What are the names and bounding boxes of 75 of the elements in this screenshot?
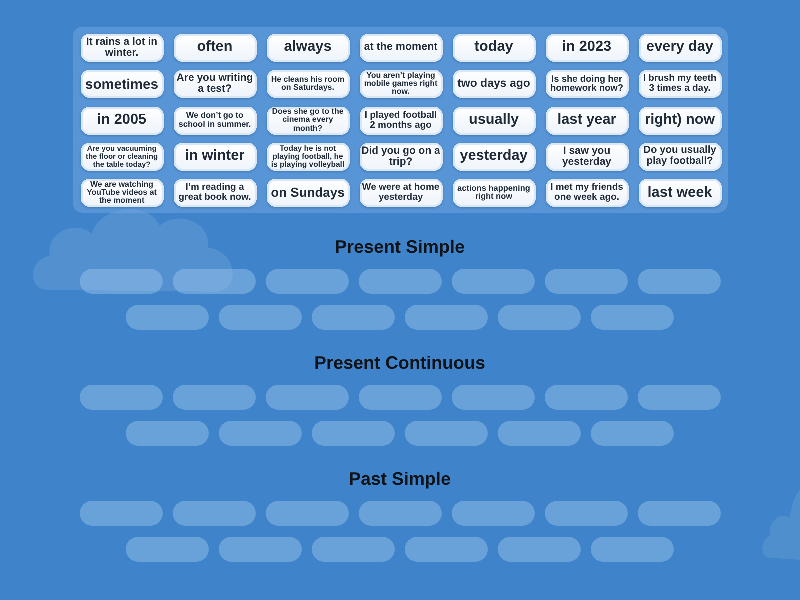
- word-card[interactable]: today: [452, 34, 536, 62]
- word-card[interactable]: We don’t go to school in summer.: [174, 106, 256, 135]
- drop-slot[interactable]: [405, 537, 488, 562]
- drop-slot[interactable]: [405, 421, 488, 446]
- word-card[interactable]: often: [174, 34, 256, 62]
- word-card[interactable]: every day: [638, 34, 722, 62]
- drop-slot[interactable]: [498, 305, 581, 330]
- word-card[interactable]: I’m reading a great book now.: [174, 179, 256, 208]
- word-card[interactable]: always: [266, 34, 350, 62]
- drop-slot[interactable]: [591, 421, 674, 446]
- drop-slot[interactable]: [358, 385, 442, 410]
- drop-slot[interactable]: [312, 537, 395, 562]
- drop-slot[interactable]: [358, 501, 442, 526]
- drop-slot[interactable]: [266, 501, 348, 526]
- drop-slot[interactable]: [126, 305, 209, 330]
- drop-slot[interactable]: [452, 385, 534, 410]
- word-card[interactable]: You aren’t playing mobile games right now.: [360, 70, 442, 98]
- word-card[interactable]: I met my friends one week ago.: [546, 179, 628, 208]
- word-card[interactable]: Do you usually play football?: [638, 142, 722, 171]
- group-heading: Past Simple: [348, 469, 452, 490]
- word-card[interactable]: Is she doing her homework now?: [546, 70, 628, 98]
- word-card[interactable]: actions happening right now: [452, 179, 536, 208]
- drop-slot[interactable]: [312, 421, 395, 446]
- drop-slot[interactable]: [591, 305, 674, 330]
- drop-slot[interactable]: [219, 537, 302, 562]
- drop-slot[interactable]: [498, 421, 581, 446]
- drop-slot[interactable]: [544, 501, 628, 526]
- drop-slot[interactable]: [544, 269, 628, 294]
- drop-slot[interactable]: [126, 421, 209, 446]
- drop-slot[interactable]: [126, 537, 209, 562]
- drop-slot[interactable]: [219, 305, 302, 330]
- drop-slot[interactable]: [80, 501, 162, 526]
- word-card[interactable]: We were at home yesterday: [360, 179, 442, 208]
- word-card[interactable]: sometimes: [80, 70, 164, 98]
- word-card[interactable]: It rains a lot in winter.: [80, 34, 164, 62]
- drop-slot[interactable]: [405, 305, 488, 330]
- drop-slot[interactable]: [358, 269, 442, 294]
- group-heading: Present Continuous: [314, 353, 486, 374]
- word-card[interactable]: yesterday: [452, 142, 536, 171]
- drop-slot[interactable]: [544, 385, 628, 410]
- word-card[interactable]: I brush my teeth 3 times a day.: [638, 70, 722, 98]
- word-card[interactable]: last year: [546, 106, 628, 135]
- drop-slot[interactable]: [638, 501, 720, 526]
- word-card[interactable]: two days ago: [452, 70, 536, 98]
- drop-slot[interactable]: [312, 305, 395, 330]
- drop-slot[interactable]: [80, 269, 162, 294]
- word-card[interactable]: He cleans his room on Saturdays.: [266, 70, 350, 98]
- group-heading: Present Simple: [334, 237, 466, 258]
- drop-slot[interactable]: [638, 385, 720, 410]
- word-card[interactable]: in 2005: [80, 106, 164, 135]
- word-card[interactable]: Did you go on a trip?: [360, 142, 442, 171]
- word-card[interactable]: Does she go to the cinema every month?: [266, 106, 350, 135]
- word-card[interactable]: last week: [638, 179, 722, 208]
- drop-slot[interactable]: [266, 385, 348, 410]
- word-card[interactable]: in winter: [174, 142, 256, 171]
- drop-slot[interactable]: [591, 537, 674, 562]
- drop-slot[interactable]: [172, 385, 256, 410]
- drop-slot[interactable]: [172, 501, 256, 526]
- word-card[interactable]: on Sundays: [266, 179, 350, 208]
- word-card[interactable]: We are watching YouTube videos at the moment: [80, 179, 164, 208]
- drop-slot[interactable]: [452, 501, 534, 526]
- drop-slot[interactable]: [266, 269, 348, 294]
- drop-slot[interactable]: [172, 269, 256, 294]
- word-card[interactable]: at the moment: [360, 34, 442, 62]
- word-card[interactable]: I saw you yesterday: [546, 142, 628, 171]
- drop-slot[interactable]: [452, 269, 534, 294]
- word-card[interactable]: I played football 2 months ago: [360, 106, 442, 135]
- drop-slot[interactable]: [638, 269, 720, 294]
- word-card[interactable]: in 2023: [546, 34, 628, 62]
- drop-slot[interactable]: [219, 421, 302, 446]
- drop-slot[interactable]: [80, 385, 162, 410]
- word-card[interactable]: right) now: [638, 106, 722, 135]
- word-card[interactable]: Are you writing a test?: [174, 70, 256, 98]
- drop-slot[interactable]: [498, 537, 581, 562]
- word-card[interactable]: usually: [452, 106, 536, 135]
